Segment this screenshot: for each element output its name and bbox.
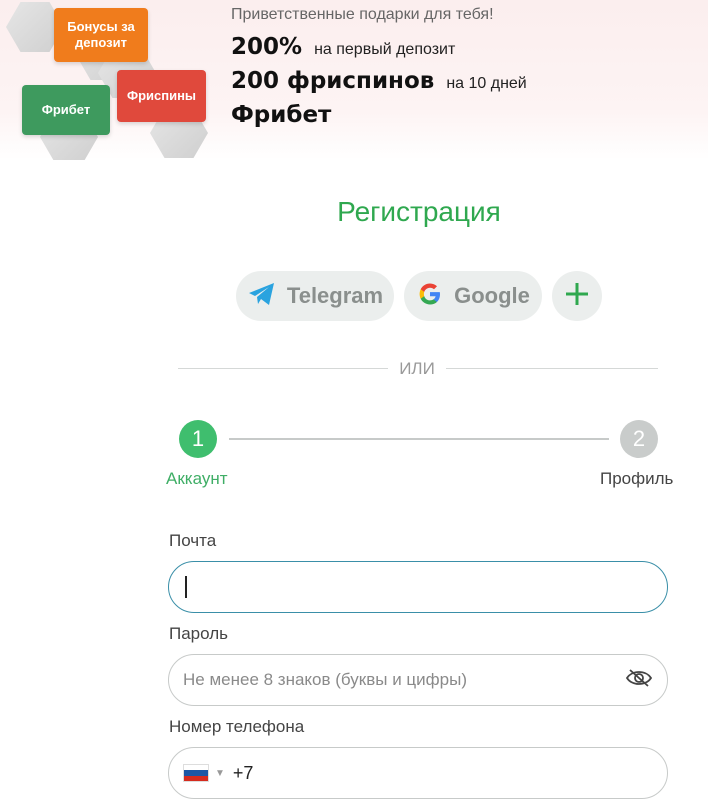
eye-slash-icon[interactable]	[625, 667, 653, 694]
offer-spins-value: 200 фриспинов	[231, 68, 435, 94]
google-label: Google	[454, 283, 530, 308]
russia-flag-icon[interactable]	[183, 764, 209, 782]
text-cursor	[185, 576, 187, 598]
phone-label: Номер телефона	[169, 717, 305, 736]
bonus-deposit-tile: Бонусы за депозит	[54, 8, 148, 62]
google-icon	[416, 280, 444, 313]
phone-field[interactable]: ▼ +7	[168, 747, 668, 799]
offer-freebet-value: Фрибет	[231, 102, 332, 128]
email-label: Почта	[169, 531, 217, 550]
password-placeholder: Не менее 8 знаков (буквы и цифры)	[183, 670, 467, 689]
divider-line-right	[446, 368, 658, 369]
freebet-tile: Фрибет	[22, 85, 110, 135]
password-label: Пароль	[169, 624, 228, 643]
password-field[interactable]: Не менее 8 знаков (буквы и цифры)	[168, 654, 668, 706]
plus-icon	[564, 281, 590, 312]
step-2-label: Профиль	[600, 469, 674, 488]
phone-country-code: +7	[232, 762, 254, 783]
or-divider: ИЛИ	[178, 358, 658, 378]
offer-spins-desc: на 10 дней	[446, 75, 527, 92]
telegram-icon	[247, 281, 277, 312]
or-text: ИЛИ	[399, 359, 435, 378]
page-title: Регистрация	[337, 196, 501, 227]
freespins-tile: Фриспины	[117, 70, 206, 122]
welcome-banner: Бонусы за депозит Фрибет Фриспины Привет…	[0, 0, 708, 160]
divider-line-left	[178, 368, 388, 369]
stepper-line	[229, 438, 609, 440]
step-1-label: Аккаунт	[166, 469, 228, 488]
offer-deposit: 200% на первый депозит	[231, 34, 527, 60]
google-button[interactable]: Google	[404, 271, 542, 321]
offer-deposit-desc: на первый депозит	[314, 41, 456, 58]
banner-text: Приветственные подарки для тебя! 200% на…	[231, 6, 527, 128]
telegram-button[interactable]: Telegram	[236, 271, 394, 321]
telegram-label: Telegram	[286, 283, 384, 308]
offer-deposit-value: 200%	[231, 34, 303, 60]
email-field[interactable]	[168, 561, 668, 613]
chevron-down-icon[interactable]: ▼	[215, 768, 225, 779]
banner-greeting: Приветственные подарки для тебя!	[231, 6, 494, 23]
step-1-indicator: 1	[179, 420, 217, 458]
offer-spins: 200 фриспинов на 10 дней	[231, 68, 527, 94]
step-2-indicator: 2	[620, 420, 658, 458]
more-options-button[interactable]	[552, 271, 602, 321]
offer-freebet: Фрибет	[231, 102, 527, 128]
